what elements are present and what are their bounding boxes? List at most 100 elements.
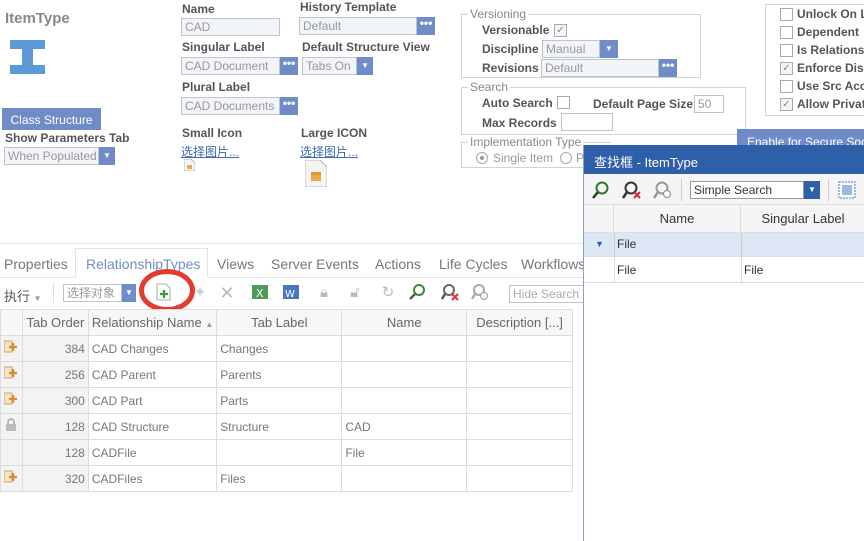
revisions-dots-button[interactable]: ••• — [659, 59, 677, 77]
grid-header-tab-order[interactable]: Tab Order — [21, 309, 89, 336]
excel-icon[interactable]: X — [250, 283, 270, 303]
tab-actions[interactable]: Actions — [375, 256, 421, 272]
refresh-icon[interactable]: ↻ — [378, 283, 398, 303]
small-icon-preview — [183, 158, 196, 172]
select-all-icon[interactable] — [838, 181, 856, 199]
discipline-dropdown-arrow[interactable]: ▼ — [600, 40, 618, 58]
plural-label-input[interactable]: CAD Documents — [181, 97, 280, 115]
grid-header-tab-label[interactable]: Tab Label — [216, 309, 343, 336]
table-row[interactable]: 256 CAD Parent Parents — [0, 361, 573, 388]
delete-icon[interactable]: ✕ — [217, 283, 237, 303]
expand-triangle-icon[interactable]: ▼ — [595, 239, 604, 249]
option-label-4: Use Src Acc — [797, 79, 864, 93]
hide-search-input[interactable]: Hide Search — [509, 285, 589, 303]
word-icon[interactable]: W — [281, 283, 301, 303]
grid-header-relationship-name[interactable]: Relationship Name ▲ — [87, 309, 218, 336]
grid-header-name[interactable]: Name — [341, 309, 468, 336]
table-row[interactable]: 128 CADFile File — [0, 439, 573, 466]
execute-menu[interactable]: 执行 ▼ — [4, 286, 42, 305]
tab-views[interactable]: Views — [217, 256, 254, 272]
tab-workflows[interactable]: Workflows — [521, 256, 585, 272]
cell-tab-label: Changes — [216, 335, 343, 362]
cell-description — [466, 413, 573, 440]
versioning-title: Versioning — [468, 7, 529, 21]
unlock-icon[interactable]: 🔓︎ — [345, 283, 365, 303]
table-row[interactable]: 300 CAD Part Parts — [0, 387, 573, 414]
name-input[interactable]: CAD — [181, 18, 280, 36]
page-title: ItemType — [5, 10, 70, 27]
search-run-icon[interactable] — [408, 283, 428, 303]
svg-text:X: X — [256, 287, 264, 300]
show-parameters-select[interactable]: When Populated — [4, 147, 99, 165]
default-structure-view-label: Default Structure View — [302, 40, 430, 54]
history-template-dots-button[interactable]: ••• — [417, 17, 435, 35]
dialog-header-select-cell — [584, 205, 614, 233]
search-options-icon[interactable] — [470, 283, 490, 303]
select-object-dropdown-arrow[interactable]: ▼ — [122, 284, 136, 302]
singular-label-dots-button[interactable]: ••• — [280, 57, 298, 75]
search-mode-dropdown-arrow[interactable]: ▼ — [804, 181, 820, 199]
dialog-group-row[interactable]: ▼ File — [584, 233, 864, 257]
singular-label-label: Singular Label — [182, 40, 265, 54]
dialog-search-options-icon[interactable] — [652, 180, 673, 200]
default-structure-view-dropdown-arrow[interactable]: ▼ — [357, 57, 373, 75]
small-icon-select-link[interactable]: 选择图片... — [181, 143, 239, 160]
search-mode-select[interactable]: Simple Search — [690, 181, 804, 199]
cell-tab-order: 128 — [21, 439, 89, 466]
dialog-run-search-icon[interactable] — [591, 180, 611, 200]
cell-description — [466, 465, 573, 492]
cell-relationship-name: CAD Parent — [87, 361, 218, 388]
option-checkbox-5[interactable]: ✓ — [780, 98, 793, 111]
auto-search-checkbox[interactable] — [557, 96, 570, 109]
second-type-radio[interactable] — [560, 152, 572, 164]
tab-server-events[interactable]: Server Events — [271, 256, 359, 272]
name-label: Name — [182, 2, 215, 16]
tab-life-cycles[interactable]: Life Cycles — [439, 256, 507, 272]
versionable-checkbox[interactable]: ✓ — [554, 24, 567, 37]
option-checkbox-3[interactable]: ✓ — [780, 62, 793, 75]
discipline-select[interactable]: Manual — [542, 40, 600, 58]
default-structure-view-select[interactable]: Tabs On — [302, 57, 357, 75]
find-dialog-titlebar[interactable]: 查找框 - ItemType — [584, 145, 864, 174]
dialog-result-row[interactable]: File File — [584, 257, 864, 283]
clear-search-icon[interactable] — [440, 283, 460, 303]
dialog-row-singular: File — [744, 263, 764, 277]
grid-header-description[interactable]: Description [...] — [466, 309, 573, 336]
revisions-input[interactable]: Default — [541, 59, 659, 77]
dialog-col-singular-label[interactable]: Singular Label — [741, 205, 864, 233]
history-template-input[interactable]: Default — [299, 17, 417, 35]
option-checkbox-0[interactable] — [780, 8, 793, 21]
dialog-group-divider-2 — [741, 233, 742, 257]
tab-properties[interactable]: Properties — [4, 256, 68, 272]
dialog-clear-search-icon[interactable] — [621, 180, 642, 200]
default-page-size-input[interactable]: 50 — [694, 95, 724, 113]
cell-name — [341, 465, 468, 492]
tab-relationshiptypes[interactable]: RelationshipTypes — [86, 256, 200, 272]
large-icon-select-link[interactable]: 选择图片... — [300, 143, 358, 160]
dialog-col-name[interactable]: Name — [614, 205, 741, 233]
table-row[interactable]: 128 CAD Structure Structure CAD — [0, 413, 573, 440]
cell-relationship-name: CAD Structure — [87, 413, 218, 440]
cell-relationship-name: CAD Part — [87, 387, 218, 414]
select-object-dropdown[interactable]: 选择对象 — [63, 284, 122, 302]
table-row[interactable]: 320 CADFiles Files — [0, 465, 573, 492]
max-records-input[interactable] — [561, 113, 613, 131]
add-icon — [3, 366, 18, 383]
option-checkbox-1[interactable] — [780, 26, 793, 39]
singular-label-input[interactable]: CAD Document — [181, 57, 280, 75]
single-item-radio[interactable] — [476, 152, 488, 164]
dialog-toolbar-divider-2 — [828, 179, 829, 201]
option-checkbox-4[interactable] — [780, 80, 793, 93]
cell-name: File — [341, 439, 468, 466]
show-parameters-dropdown-arrow[interactable]: ▼ — [99, 147, 115, 165]
cell-name: CAD — [341, 413, 468, 440]
class-structure-button[interactable]: Class Structure — [2, 108, 101, 130]
option-checkbox-2[interactable] — [780, 44, 793, 57]
grid-header-relationship-name-label: Relationship Name — [91, 315, 202, 330]
add-icon — [3, 340, 18, 357]
table-row[interactable]: 384 CAD Changes Changes — [0, 335, 573, 362]
plural-label-dots-button[interactable]: ••• — [280, 97, 298, 115]
lock-icon[interactable]: 🔒︎ — [314, 283, 334, 303]
sort-ascending-icon: ▲ — [205, 320, 214, 329]
pick-icon[interactable]: ✦ — [190, 283, 210, 303]
